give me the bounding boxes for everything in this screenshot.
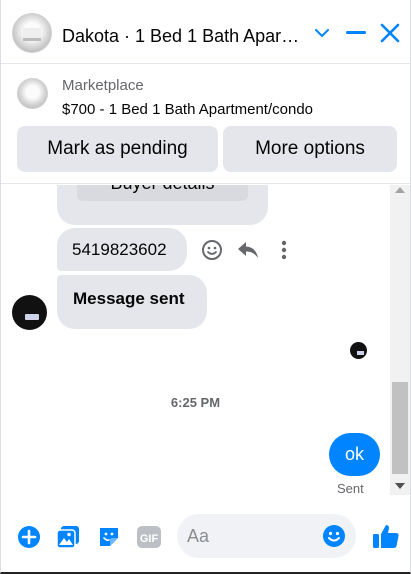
image-icon[interactable]	[55, 524, 81, 550]
thread-scrollbar[interactable]	[390, 185, 410, 495]
minimize-icon[interactable]	[343, 20, 369, 46]
buyer-details-button[interactable]: Buyer details	[77, 185, 248, 201]
message-composer: GIF	[1, 500, 411, 572]
smile-icon[interactable]	[199, 237, 225, 263]
message-input[interactable]	[187, 523, 317, 549]
gif-icon[interactable]: GIF	[136, 524, 162, 550]
scroll-thumb[interactable]	[392, 382, 408, 474]
sticker-icon[interactable]	[96, 524, 122, 550]
marketplace-label: Marketplace	[62, 77, 144, 94]
more-vertical-icon[interactable]	[271, 237, 297, 263]
thumbs-up-icon[interactable]	[371, 521, 401, 551]
message-bubble-phone[interactable]: 5419823602	[57, 228, 187, 271]
chat-window: Dakota · 1 Bed 1 Bath Apar… Marketplace …	[0, 0, 411, 574]
close-icon[interactable]	[377, 20, 403, 46]
marketplace-panel: Marketplace $700 - 1 Bed 1 Bath Apartmen…	[1, 64, 411, 184]
seen-receipt-avatar	[350, 342, 367, 359]
scroll-down-arrow-icon[interactable]	[395, 483, 405, 489]
delivery-status: Sent	[337, 481, 364, 496]
mark-as-pending-button[interactable]: Mark as pending	[17, 126, 218, 172]
message-actions	[199, 237, 297, 263]
message-thread[interactable]: Buyer details 5419823602 Message sent 6:…	[1, 185, 390, 500]
outgoing-message-bubble[interactable]: ok	[329, 433, 380, 476]
message-input-container[interactable]	[177, 514, 356, 558]
reply-icon[interactable]	[235, 237, 261, 263]
message-timestamp: 6:25 PM	[170, 395, 221, 410]
message-bubble-buyer-details: Buyer details	[57, 185, 268, 225]
sender-avatar[interactable]	[12, 295, 47, 330]
gif-label: GIF	[140, 533, 159, 545]
emoji-icon[interactable]	[322, 524, 346, 548]
more-options-button[interactable]: More options	[223, 126, 397, 172]
chat-title[interactable]: Dakota · 1 Bed 1 Bath Apar…	[62, 26, 307, 47]
listing-title[interactable]: $700 - 1 Bed 1 Bath Apartment/condo	[62, 101, 313, 118]
message-bubble-sent-notice[interactable]: Message sent	[57, 275, 207, 329]
scroll-up-arrow-icon[interactable]	[395, 187, 405, 193]
chat-header[interactable]: Dakota · 1 Bed 1 Bath Apar…	[1, 0, 411, 64]
listing-thumbnail[interactable]	[17, 78, 48, 109]
chevron-down-icon[interactable]	[309, 20, 335, 46]
listing-avatar[interactable]	[12, 13, 52, 53]
plus-circle-icon[interactable]	[16, 524, 42, 550]
